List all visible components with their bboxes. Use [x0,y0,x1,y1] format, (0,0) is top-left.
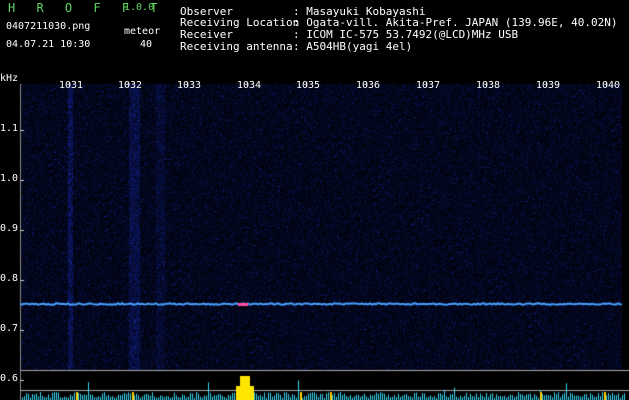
y-axis-unit: kHz [0,73,19,84]
meteor-count: 40 [140,39,153,50]
x-tick-1032: 1032 [118,80,143,91]
app-version: 1.0.0 [124,2,155,13]
receiver-label: Receiver [180,28,233,41]
y-tick-1.1: 1.1 [0,123,19,134]
antenna-value: : A504HB(yagi 4el) [293,40,413,53]
receiver-value: : ICOM IC-575 53.7492(@LCD)MHz USB [293,28,519,41]
spectrogram-canvas [0,0,629,400]
x-tick-1039: 1039 [536,80,561,91]
x-tick-1038: 1038 [476,80,501,91]
antenna-label: Receiving antenna [180,40,293,53]
x-tick-1033: 1033 [177,80,202,91]
y-tick-0.8: 0.8 [0,273,19,284]
location-value: : Ogata-vill. Akita-Pref. JAPAN (139.96E… [293,16,618,29]
x-tick-1040: 1040 [596,80,621,91]
file-name: 0407211030.png [6,21,91,32]
location-label: Receiving Location [180,16,300,29]
date-time: 04.07.21 10:30 [6,39,91,50]
meteor-label: meteor [124,26,161,37]
y-tick-0.9: 0.9 [0,223,19,234]
y-tick-0.7: 0.7 [0,323,19,334]
x-tick-1036: 1036 [356,80,381,91]
x-tick-1037: 1037 [416,80,441,91]
x-tick-1034: 1034 [237,80,262,91]
y-tick-1.0: 1.0 [0,173,19,184]
x-tick-1035: 1035 [296,80,321,91]
x-tick-1031: 1031 [59,80,84,91]
y-tick-0.6: 0.6 [0,373,19,384]
